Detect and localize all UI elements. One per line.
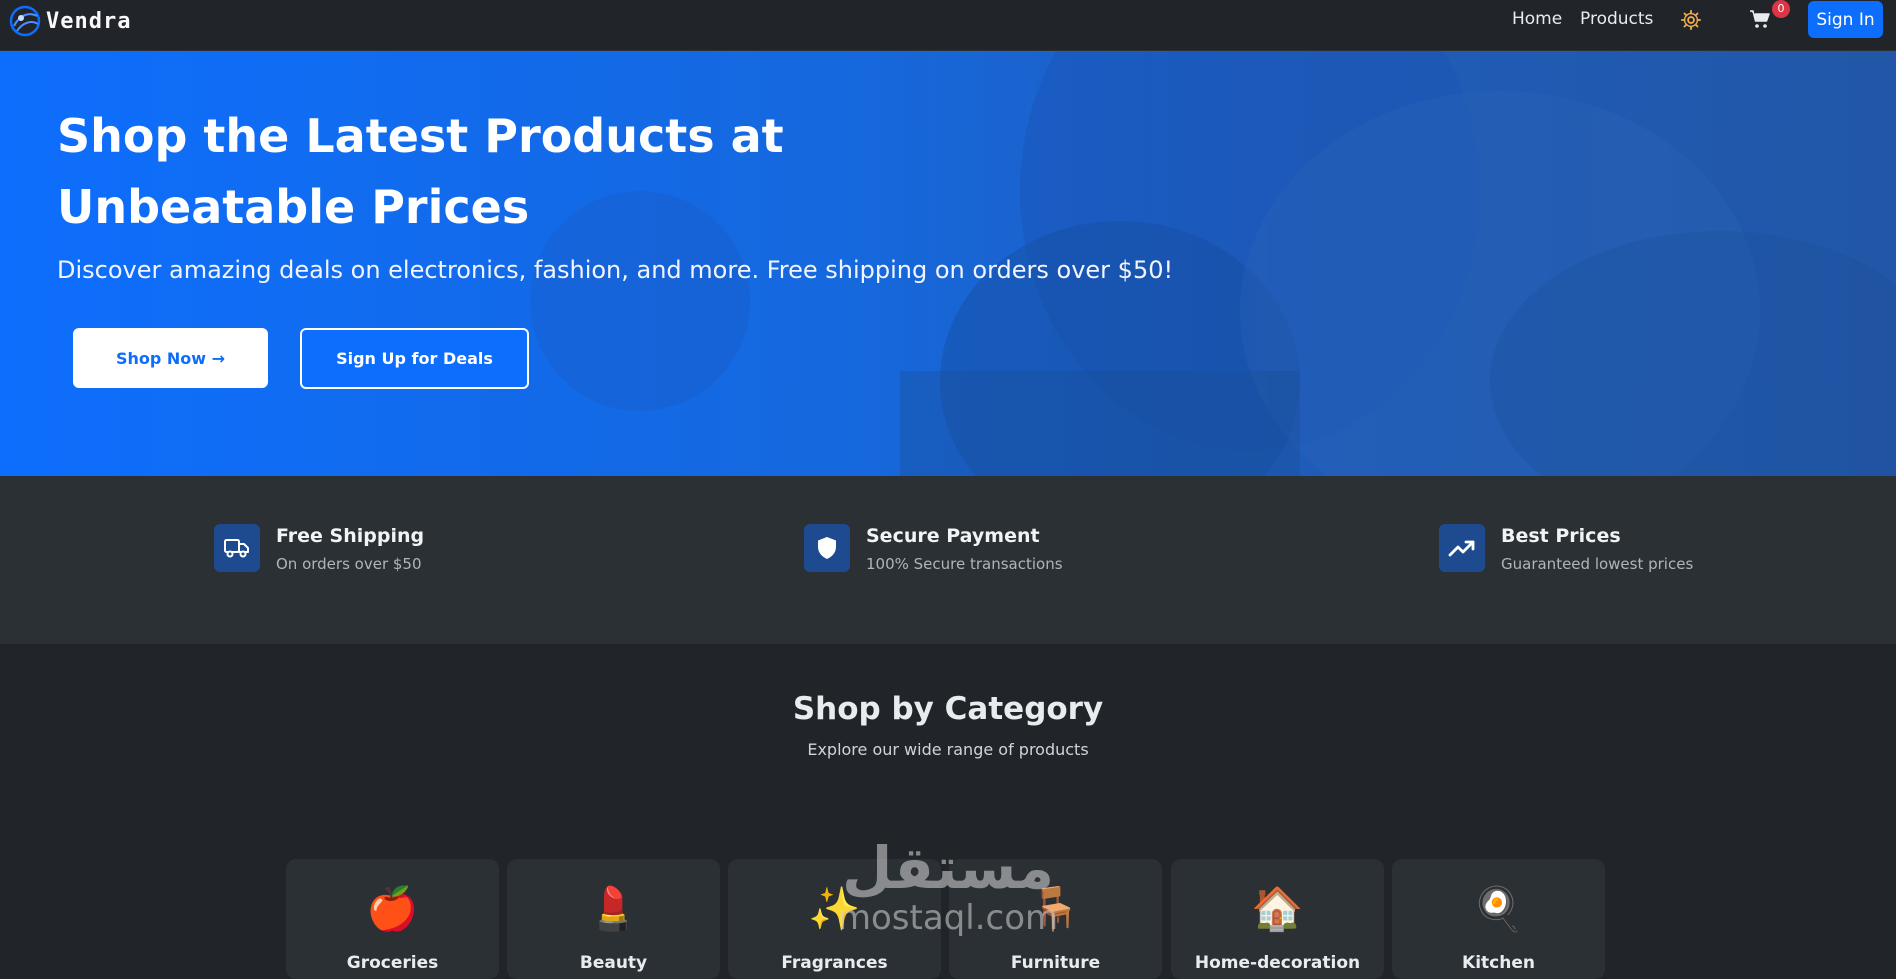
category-label: Groceries (346, 953, 439, 973)
category-card-fragrances[interactable]: ✨ Fragrances (728, 859, 941, 979)
feature-desc: 100% Secure transactions (866, 555, 1063, 573)
category-label: Beauty (579, 953, 648, 973)
category-label: Fragrances (781, 953, 888, 973)
cart-count-badge: 0 (1772, 0, 1790, 18)
chair-icon: 🪑 (1029, 884, 1082, 933)
sign-up-deals-button[interactable]: Sign Up for Deals (300, 328, 529, 389)
apple-icon: 🍎 (366, 884, 419, 933)
trending-up-icon (1439, 524, 1485, 572)
lipstick-icon: 💄 (587, 884, 640, 933)
truck-icon (214, 524, 260, 572)
hero-subtitle: Discover amazing deals on electronics, f… (57, 256, 1174, 284)
brand[interactable]: Vendra (8, 4, 131, 38)
house-icon: 🏠 (1251, 884, 1304, 933)
features-bar: Free Shipping On orders over $50 Secure … (0, 476, 1896, 644)
feature-title: Secure Payment (866, 525, 1040, 547)
category-label: Home-decoration (1194, 953, 1361, 973)
category-heading: Shop by Category (792, 691, 1104, 727)
hero-banner: Shop the Latest Products at Unbeatable P… (0, 51, 1896, 476)
nav-products-link[interactable]: Products (1580, 9, 1653, 29)
feature-secure-payment: Secure Payment 100% Secure transactions (804, 524, 1063, 573)
feature-desc: On orders over $50 (276, 555, 422, 573)
shield-icon (804, 524, 850, 572)
navbar: Vendra Home Products 0 Sign In (0, 0, 1896, 51)
category-card-furniture[interactable]: 🪑 Furniture (949, 859, 1162, 979)
cart-icon[interactable] (1749, 9, 1771, 29)
shop-now-button[interactable]: Shop Now → (73, 328, 268, 388)
category-card-kitchen[interactable]: 🍳 Kitchen (1392, 859, 1605, 979)
sign-in-button[interactable]: Sign In (1808, 1, 1883, 38)
category-card-home-decoration[interactable]: 🏠 Home-decoration (1171, 859, 1384, 979)
category-subheading: Explore our wide range of products (807, 740, 1089, 759)
nav-home-link[interactable]: Home (1512, 9, 1562, 29)
feature-title: Free Shipping (276, 525, 425, 547)
feature-free-shipping: Free Shipping On orders over $50 (214, 524, 424, 573)
category-card-groceries[interactable]: 🍎 Groceries (286, 859, 499, 979)
sparkles-icon: ✨ (808, 884, 861, 933)
feature-desc: Guaranteed lowest prices (1501, 555, 1694, 573)
category-label: Furniture (1010, 953, 1101, 973)
gear-icon[interactable] (1680, 9, 1702, 31)
globe-logo-icon (9, 5, 41, 37)
feature-title: Best Prices (1501, 525, 1621, 547)
category-section: Shop by Category Explore our wide range … (0, 644, 1896, 979)
feature-best-prices: Best Prices Guaranteed lowest prices (1439, 524, 1693, 573)
brand-name: Vendra (46, 8, 132, 34)
category-card-beauty[interactable]: 💄 Beauty (507, 859, 720, 979)
hero-title: Shop the Latest Products at Unbeatable P… (57, 109, 784, 234)
frying-pan-icon: 🍳 (1472, 884, 1525, 933)
category-label: Kitchen (1462, 953, 1535, 973)
